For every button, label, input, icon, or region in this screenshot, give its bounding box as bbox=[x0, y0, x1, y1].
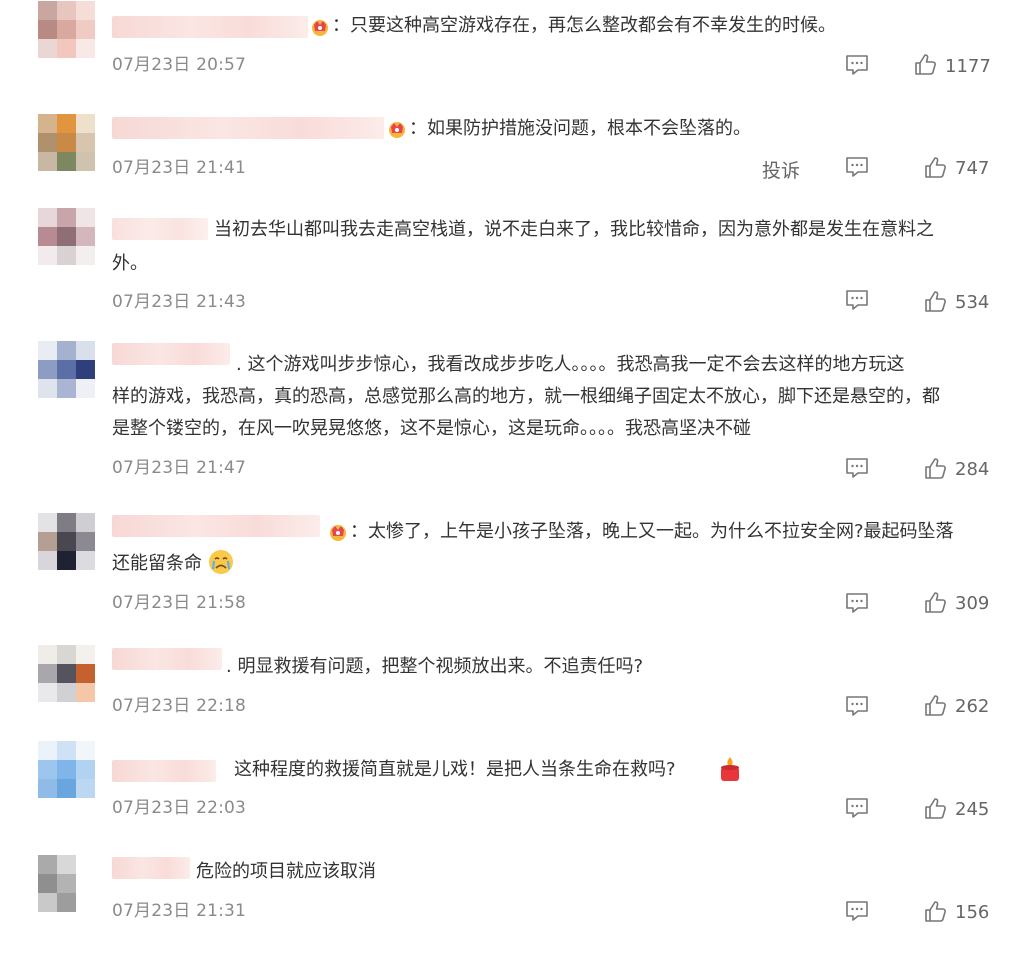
comment-time: 07月23日 21:41 bbox=[112, 158, 247, 178]
thumbs-up-icon[interactable] bbox=[924, 591, 947, 614]
report-button[interactable]: 投诉 bbox=[762, 156, 800, 183]
like-count: 747 bbox=[955, 158, 990, 179]
comment-bubble-icon[interactable] bbox=[845, 695, 869, 717]
comment-text: ：只要这种高空游戏存在，再怎么整改都会有不幸发生的时候。 bbox=[332, 15, 836, 36]
comment-text: ：太惨了，上午是小孩子坠落，晚上又一起。为什么不拉安全网?最起码坠落 bbox=[350, 521, 954, 542]
avatar[interactable] bbox=[38, 208, 95, 265]
username-blurred[interactable] bbox=[112, 218, 208, 240]
username-blurred[interactable] bbox=[112, 117, 384, 139]
comment-text: 危险的项目就应该取消 bbox=[196, 861, 376, 882]
like-count: 1177 bbox=[945, 56, 991, 77]
avatar[interactable] bbox=[38, 741, 95, 798]
comment-text-line-3: 是整个镂空的，在风一吹晃晃悠悠，这不是惊心，这是玩命。。。。我恐高坚决不碰 bbox=[112, 418, 751, 439]
thumbs-up-icon[interactable] bbox=[924, 156, 947, 179]
avatar[interactable] bbox=[38, 114, 95, 171]
comment-bubble-icon[interactable] bbox=[845, 900, 869, 922]
username-blurred[interactable] bbox=[112, 648, 222, 670]
like-count: 309 bbox=[955, 593, 990, 614]
comment-bubble-icon[interactable] bbox=[845, 797, 869, 819]
avatar[interactable] bbox=[38, 513, 95, 570]
username-blurred[interactable] bbox=[112, 857, 190, 879]
comment-text-tail: 还能留条命 bbox=[112, 553, 202, 574]
comment-text-line-2: 还能留条命 bbox=[112, 548, 1002, 580]
comment-time: 07月23日 21:43 bbox=[112, 292, 247, 312]
like-count: 534 bbox=[955, 292, 990, 313]
like-count: 284 bbox=[955, 459, 990, 480]
comment-text: . 明显救援有问题，把整个视频放出来。不追责任吗? bbox=[226, 656, 643, 677]
avatar[interactable] bbox=[38, 1, 95, 58]
username-blurred[interactable] bbox=[112, 16, 308, 38]
avatar[interactable] bbox=[38, 855, 95, 912]
thumbs-up-icon[interactable] bbox=[914, 53, 937, 76]
comment-time: 07月23日 21:58 bbox=[112, 593, 247, 613]
comment-time: 07月23日 22:03 bbox=[112, 798, 247, 818]
comment-time: 07月23日 21:31 bbox=[112, 901, 247, 921]
like-count: 262 bbox=[955, 696, 990, 717]
like-count: 156 bbox=[955, 902, 990, 923]
comment-list: ：只要这种高空游戏存在，再怎么整改都会有不幸发生的时候。 07月23日 20:5… bbox=[0, 0, 1031, 963]
candle-emoji bbox=[721, 757, 739, 781]
username-blurred[interactable] bbox=[112, 760, 216, 782]
username-blurred[interactable] bbox=[112, 515, 320, 537]
thumbs-up-icon[interactable] bbox=[924, 290, 947, 313]
comment-text: ：如果防护措施没问题，根本不会坠落的。 bbox=[409, 118, 751, 139]
comment-bubble-icon[interactable] bbox=[845, 592, 869, 614]
comment-text: 这种程度的救援简直就是儿戏！是把人当条生命在救吗? bbox=[234, 759, 676, 780]
crown-badge-icon bbox=[312, 20, 328, 36]
comment-time: 07月23日 20:57 bbox=[112, 55, 247, 75]
crown-badge-icon bbox=[330, 525, 346, 541]
comment-text: . 这个游戏叫步步惊心，我看改成步步吃人。。。。我恐高我一定不会去这样的地方玩这 bbox=[236, 354, 905, 375]
comment-bubble-icon[interactable] bbox=[845, 289, 869, 311]
like-count: 245 bbox=[955, 799, 990, 820]
thumbs-up-icon[interactable] bbox=[924, 694, 947, 717]
avatar[interactable] bbox=[38, 341, 95, 398]
crying-face-emoji bbox=[208, 550, 233, 574]
crown-badge-icon bbox=[389, 122, 405, 138]
comment-bubble-icon[interactable] bbox=[845, 54, 869, 76]
comment-text: 当初去华山都叫我去走高空栈道，说不走白来了，我比较惜命，因为意外都是发生在意料之 bbox=[214, 219, 934, 240]
username-blurred[interactable] bbox=[112, 343, 230, 365]
comment-bubble-icon[interactable] bbox=[845, 156, 869, 178]
avatar[interactable] bbox=[38, 645, 95, 702]
comment-text-line-2: 外。 bbox=[112, 253, 148, 274]
thumbs-up-icon[interactable] bbox=[924, 457, 947, 480]
comment-time: 07月23日 22:18 bbox=[112, 696, 247, 716]
comment-time: 07月23日 21:47 bbox=[112, 458, 247, 478]
thumbs-up-icon[interactable] bbox=[924, 900, 947, 923]
comment-bubble-icon[interactable] bbox=[845, 457, 869, 479]
comment-text-line-2: 样的游戏，我恐高，真的恐高，总感觉那么高的地方，就一根细绳子固定太不放心，脚下还… bbox=[112, 386, 940, 407]
thumbs-up-icon[interactable] bbox=[924, 797, 947, 820]
